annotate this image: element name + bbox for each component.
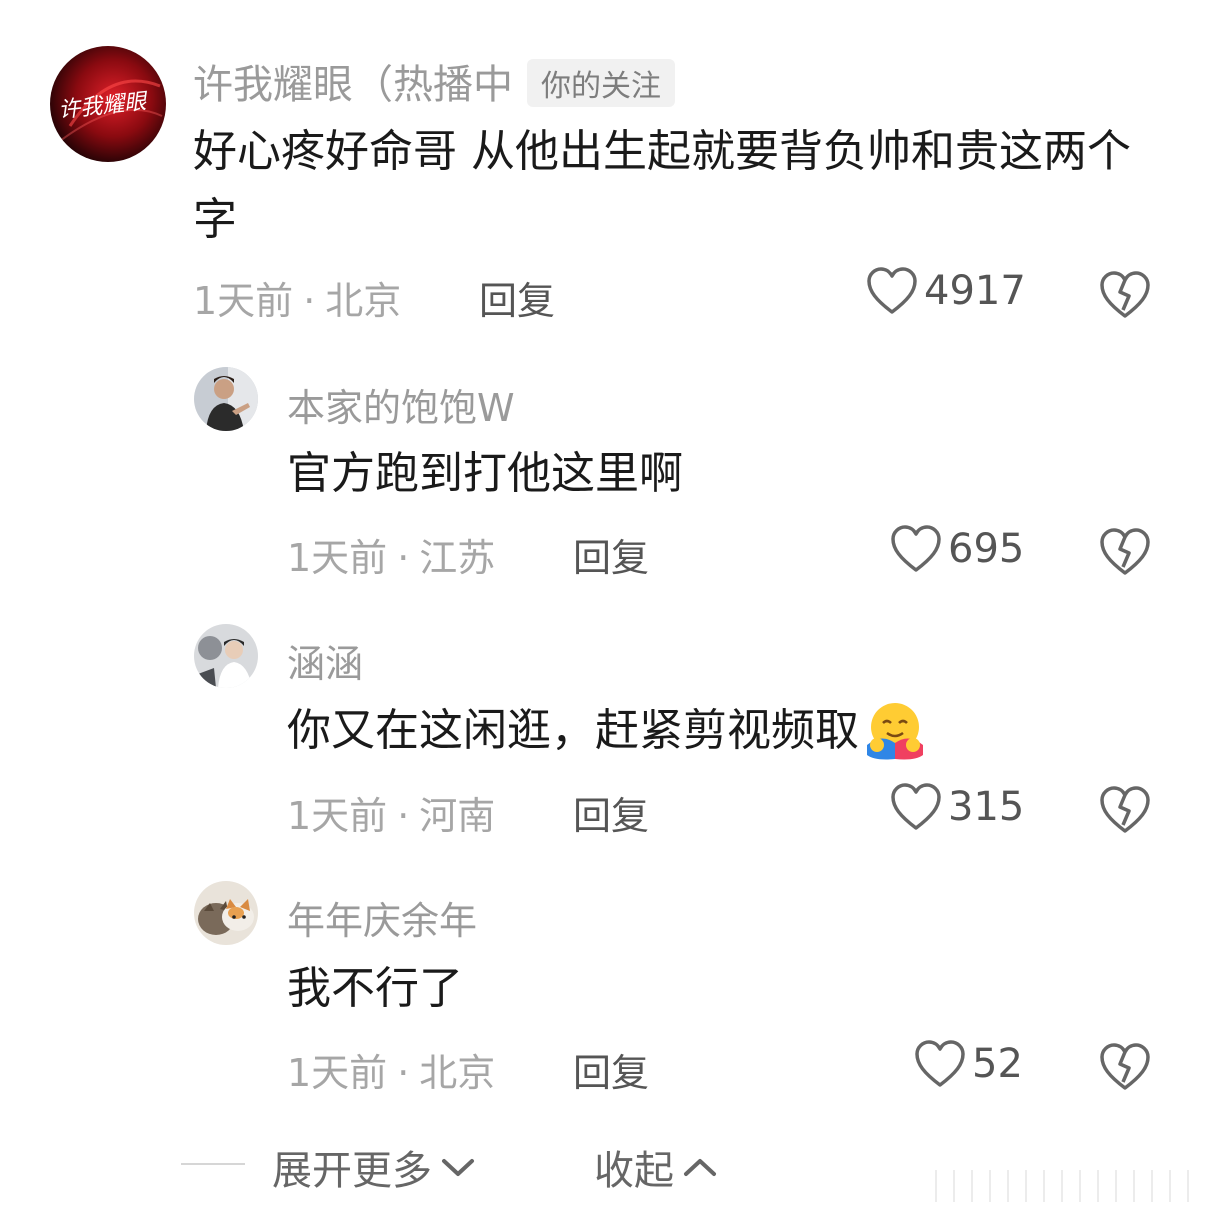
avatar[interactable]: 许我耀眼 bbox=[50, 46, 166, 162]
like-button[interactable]: 52 bbox=[914, 1039, 1023, 1089]
comment-location: 北京 bbox=[419, 1051, 496, 1095]
comment-meta: 1天前 · 北京 bbox=[193, 279, 402, 323]
username[interactable]: 许我耀眼（热播中 你的关注 bbox=[193, 52, 675, 111]
broken-heart-icon bbox=[1100, 1043, 1150, 1090]
dislike-button[interactable] bbox=[1099, 270, 1151, 324]
comment-location: 北京 bbox=[325, 279, 402, 323]
comment-text: 好心疼好命哥 从他出生起就要背负帅和贵这两个字 bbox=[193, 126, 1131, 245]
like-count: 315 bbox=[948, 784, 1025, 830]
dislike-button[interactable] bbox=[1099, 1042, 1151, 1096]
comment-meta: 1天前 · 北京 bbox=[287, 1051, 496, 1095]
reply-button[interactable]: 回复 bbox=[479, 270, 555, 325]
chevron-down-icon bbox=[442, 1159, 474, 1176]
broken-heart-icon bbox=[1100, 528, 1150, 575]
comment-location: 河南 bbox=[419, 794, 496, 838]
reply-button[interactable]: 回复 bbox=[573, 785, 649, 840]
heart-outline-icon bbox=[891, 525, 941, 572]
comment-time: 1天前 bbox=[287, 536, 388, 580]
expand-more-button[interactable]: 展开更多 bbox=[272, 1138, 476, 1196]
scroll-indicator bbox=[935, 1170, 1203, 1202]
comment-text-content: 你又在这闲逛，赶紧剪视频取 bbox=[287, 705, 859, 756]
like-button[interactable]: 315 bbox=[890, 782, 1024, 832]
username[interactable]: 涵涵 bbox=[287, 633, 363, 688]
following-badge: 你的关注 bbox=[527, 59, 675, 107]
heart-outline-icon bbox=[867, 267, 917, 314]
username-text: 许我耀眼（热播中 bbox=[193, 62, 513, 108]
heart-outline-icon bbox=[891, 783, 941, 830]
expand-more-label: 展开更多 bbox=[272, 1148, 432, 1194]
avatar[interactable] bbox=[194, 624, 258, 688]
footer-divider bbox=[181, 1163, 245, 1165]
comment-text: 官方跑到打他这里啊 bbox=[287, 448, 683, 499]
username[interactable]: 本家的饱饱W bbox=[287, 377, 515, 432]
like-count: 695 bbox=[948, 526, 1025, 572]
comment-location: 江苏 bbox=[419, 536, 496, 580]
comment-time: 1天前 bbox=[287, 1051, 388, 1095]
like-button[interactable]: 4917 bbox=[866, 266, 1026, 316]
username[interactable]: 年年庆余年 bbox=[287, 890, 477, 945]
dislike-button[interactable] bbox=[1099, 785, 1151, 839]
like-count: 52 bbox=[972, 1041, 1023, 1087]
comment-meta: 1天前 · 江苏 bbox=[287, 536, 496, 580]
comment-text: 你又在这闲逛，赶紧剪视频取 bbox=[287, 697, 1147, 765]
avatar[interactable] bbox=[194, 367, 258, 431]
collapse-label: 收起 bbox=[594, 1148, 674, 1194]
chevron-up-icon bbox=[684, 1159, 716, 1176]
like-count: 4917 bbox=[924, 268, 1026, 314]
collapse-button[interactable]: 收起 bbox=[594, 1138, 718, 1196]
heart-outline-icon bbox=[915, 1040, 965, 1087]
dislike-button[interactable] bbox=[1099, 527, 1151, 581]
like-button[interactable]: 695 bbox=[890, 524, 1024, 574]
hug-emoji bbox=[867, 703, 923, 760]
reply-button[interactable]: 回复 bbox=[573, 527, 649, 582]
avatar[interactable] bbox=[194, 881, 258, 945]
reply-button[interactable]: 回复 bbox=[573, 1042, 649, 1097]
comment-text: 我不行了 bbox=[287, 963, 463, 1014]
broken-heart-icon bbox=[1100, 271, 1150, 318]
comment-time: 1天前 bbox=[287, 794, 388, 838]
broken-heart-icon bbox=[1100, 786, 1150, 833]
comment-time: 1天前 bbox=[193, 279, 294, 323]
comment-meta: 1天前 · 河南 bbox=[287, 794, 496, 838]
